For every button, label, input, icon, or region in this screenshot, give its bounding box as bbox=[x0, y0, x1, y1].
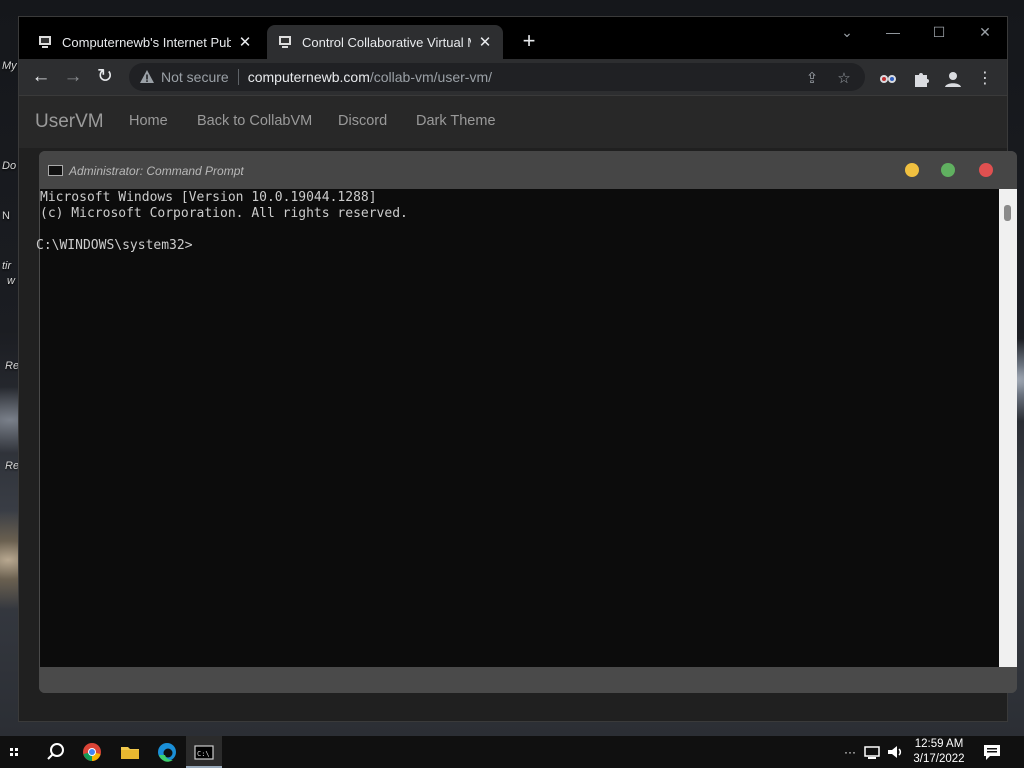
notifications-icon[interactable] bbox=[980, 740, 1004, 764]
tab-close-icon[interactable]: ✕ bbox=[477, 33, 493, 51]
profile-avatar-icon[interactable] bbox=[943, 69, 963, 89]
close-dot-button[interactable] bbox=[979, 163, 993, 177]
svg-text:C:\: C:\ bbox=[197, 750, 210, 758]
forward-button[interactable]: → bbox=[61, 65, 85, 89]
computernewb-favicon-icon bbox=[39, 36, 51, 48]
start-windows-icon[interactable] bbox=[6, 744, 22, 760]
maximize-dot-button[interactable] bbox=[941, 163, 955, 177]
scrollbar-thumb[interactable] bbox=[1004, 205, 1011, 221]
tray-overflow-icon[interactable]: ··· bbox=[838, 740, 862, 764]
vm-window: Administrator: Command Prompt Microsoft … bbox=[36, 151, 1017, 693]
tab-strip: Computernewb's Internet Pub H ✕ Control … bbox=[19, 17, 1007, 59]
file-explorer-icon[interactable] bbox=[118, 740, 142, 764]
nav-link-discord[interactable]: Discord bbox=[338, 113, 387, 129]
network-icon[interactable] bbox=[860, 740, 884, 764]
site-brand[interactable]: UserVM bbox=[35, 111, 104, 133]
clock-time: 12:59 AM bbox=[914, 738, 964, 750]
minimize-button[interactable]: — bbox=[871, 17, 915, 47]
browser-toolbar: ← → ↻ Not secure computernewb.com/collab… bbox=[19, 59, 1007, 95]
omnibox-divider bbox=[237, 69, 239, 85]
nav-link-dark-theme[interactable]: Dark Theme bbox=[416, 113, 496, 129]
console-prompt: C:\WINDOWS\system32> bbox=[36, 238, 193, 253]
tab-close-icon[interactable]: ✕ bbox=[237, 33, 253, 51]
site-navbar: UserVM Home Back to CollabVM Discord Dar… bbox=[19, 95, 1007, 148]
vm-screen-console[interactable]: Microsoft Windows [Version 10.0.19044.12… bbox=[36, 189, 999, 667]
browser-window: Computernewb's Internet Pub H ✕ Control … bbox=[18, 16, 1017, 722]
tab-collabvm[interactable]: Control Collaborative Virtual Ma ✕ bbox=[267, 25, 503, 59]
close-window-button[interactable]: ✕ bbox=[963, 17, 1007, 47]
chrome-icon[interactable] bbox=[80, 740, 104, 764]
share-icon[interactable]: ⇪ bbox=[801, 69, 823, 89]
vm-window-titlebar: Administrator: Command Prompt bbox=[39, 151, 1017, 189]
tab-computernewb-pub[interactable]: Computernewb's Internet Pub H ✕ bbox=[27, 25, 263, 59]
security-status-label[interactable]: Not secure bbox=[161, 69, 229, 85]
url-path: /collab-vm/user-vm/ bbox=[369, 69, 493, 85]
volume-icon[interactable] bbox=[883, 740, 907, 764]
browser-menu-icon[interactable]: ⋮ bbox=[975, 69, 995, 89]
reload-button[interactable]: ↻ bbox=[93, 65, 117, 89]
console-line: Microsoft Windows [Version 10.0.19044.12… bbox=[40, 190, 377, 205]
url-host: computernewb.com bbox=[247, 69, 370, 85]
maximize-button[interactable]: ☐ bbox=[917, 17, 961, 47]
warning-icon[interactable] bbox=[139, 69, 155, 85]
new-tab-button[interactable]: + bbox=[517, 29, 541, 53]
address-bar[interactable]: Not secure computernewb.com/collab-vm/us… bbox=[129, 63, 865, 91]
nav-link-home[interactable]: Home bbox=[129, 113, 168, 129]
nav-link-back-to-collabvm[interactable]: Back to CollabVM bbox=[197, 113, 312, 129]
command-prompt-icon bbox=[48, 165, 63, 176]
computernewb-favicon-icon bbox=[279, 36, 291, 48]
vm-window-title: Administrator: Command Prompt bbox=[69, 164, 244, 178]
minimize-dot-button[interactable] bbox=[905, 163, 919, 177]
tab-search-dropdown-icon[interactable]: ⌄ bbox=[825, 17, 869, 47]
windows-taskbar: C:\ ··· 12:59 AM 3/17/2022 bbox=[0, 736, 1024, 768]
extensions-puzzle-icon[interactable] bbox=[911, 69, 931, 89]
search-icon[interactable] bbox=[44, 740, 68, 764]
command-prompt-icon[interactable]: C:\ bbox=[192, 740, 216, 764]
taskbar-clock[interactable]: 12:59 AM 3/17/2022 bbox=[908, 737, 970, 767]
console-scrollbar[interactable] bbox=[999, 189, 1017, 667]
bookmark-star-icon[interactable]: ☆ bbox=[833, 69, 855, 89]
console-line: (c) Microsoft Corporation. All rights re… bbox=[40, 206, 408, 221]
extension-eyes-icon[interactable] bbox=[878, 69, 898, 89]
vm-window-footer bbox=[39, 667, 1017, 693]
tab-title: Computernewb's Internet Pub H bbox=[62, 34, 231, 50]
edge-icon[interactable] bbox=[155, 740, 179, 764]
tab-title: Control Collaborative Virtual Ma bbox=[302, 34, 471, 50]
back-button[interactable]: ← bbox=[29, 65, 53, 89]
web-page: UserVM Home Back to CollabVM Discord Dar… bbox=[19, 95, 1017, 721]
clock-date: 3/17/2022 bbox=[913, 753, 965, 765]
